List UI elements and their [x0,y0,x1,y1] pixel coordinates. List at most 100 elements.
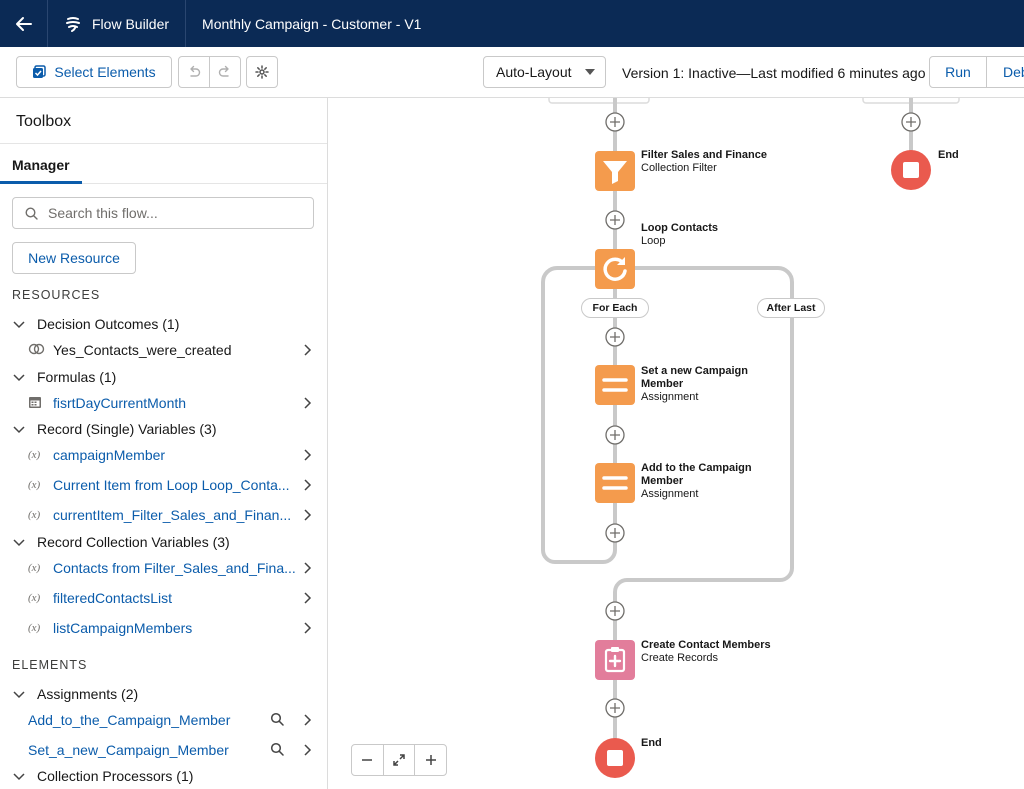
resource-item[interactable]: (x) listCampaignMembers [0,615,327,641]
search-icon[interactable] [270,742,284,756]
chevron-right-icon[interactable] [302,396,314,410]
toolbox-tabs: Manager [0,143,327,184]
app-name: Flow Builder [92,15,170,32]
add-element-plus-icon[interactable] [605,327,625,347]
tab-manager[interactable]: Manager [0,144,82,184]
chevron-down-icon [13,426,25,434]
svg-text:(x): (x) [28,479,41,491]
resource-group-formulas[interactable]: Formulas (1) [0,364,327,390]
chevron-right-icon[interactable] [302,561,314,575]
svg-text:(x): (x) [28,509,41,521]
resource-item[interactable]: Yes_Contacts_were_created [0,337,327,363]
resource-item[interactable]: (x) Current Item from Loop Loop_Conta... [0,472,327,498]
zoom-out-button[interactable] [352,745,384,775]
chevron-down-icon [13,773,25,781]
stop-icon [607,750,623,766]
svg-text:(x): (x) [28,449,41,461]
search-icon[interactable] [270,712,284,726]
layout-mode-select[interactable]: Auto-Layout [483,56,606,88]
resource-item[interactable]: (x) campaignMember [0,442,327,468]
filter-node[interactable] [595,151,635,191]
chevron-right-icon[interactable] [302,508,314,522]
back-button[interactable] [0,0,48,47]
add-element-plus-icon[interactable] [605,210,625,230]
variable-icon: (x) [28,562,41,574]
arrow-left-icon [15,16,32,31]
resource-item[interactable]: (x) filteredContactsList [0,585,327,611]
resource-item-label: fisrtDayCurrentMonth [53,395,187,411]
toolbar: Select Elements Auto-Layout Version 1: I… [0,47,1024,98]
end-node-right[interactable] [891,150,931,190]
group-label: Assignments (2) [37,686,139,702]
chevron-right-icon[interactable] [302,591,314,605]
group-label: Collection Processors (1) [37,768,194,784]
element-group-collection-processors[interactable]: Collection Processors (1) [0,763,327,789]
chevron-right-icon[interactable] [302,478,314,492]
minus-icon [362,759,373,761]
node-title-line1: Set a new Campaign [641,365,748,377]
chevron-right-icon[interactable] [302,713,314,727]
chevron-right-icon[interactable] [302,743,314,757]
end-node-main[interactable] [595,738,635,778]
chevron-right-icon[interactable] [302,448,314,462]
add-element-plus-icon[interactable] [605,523,625,543]
variable-icon: (x) [28,622,41,634]
debug-button[interactable]: Deb [986,56,1024,88]
resource-group-record-collection-variables[interactable]: Record Collection Variables (3) [0,529,327,555]
select-elements-button[interactable]: Select Elements [16,56,172,88]
undo-button[interactable] [178,56,210,88]
loop-node-label: Loop Contacts Loop [641,222,718,248]
search-input[interactable] [48,205,298,221]
settings-button[interactable] [246,56,278,88]
chevron-down-icon [13,539,25,547]
add-element-plus-icon[interactable] [605,425,625,445]
assignment-node-add-member[interactable] [595,463,635,503]
search-icon [25,206,38,220]
redo-button[interactable] [209,56,241,88]
svg-text:(x): (x) [28,622,41,634]
zoom-in-button[interactable] [415,745,446,775]
node-title-line2: Member [641,378,684,390]
resource-item-label: Current Item from Loop Loop_Conta... [53,477,290,493]
add-element-plus-icon[interactable] [605,601,625,621]
stop-icon [903,162,919,178]
resource-item[interactable]: fisrtDayCurrentMonth [0,390,327,416]
zoom-controls [351,744,447,776]
node-title: Filter Sales and Finance [641,149,767,161]
resource-item-label: Contacts from Filter_Sales_and_Fina... [53,560,296,576]
run-button[interactable]: Run [929,56,987,88]
search-box [12,197,314,229]
resource-group-record-single-variables[interactable]: Record (Single) Variables (3) [0,416,327,442]
add-member-node-label: Add to the Campaign Member Assignment [641,462,752,501]
resource-item[interactable]: (x) Contacts from Filter_Sales_and_Fina.… [0,555,327,581]
element-group-assignments[interactable]: Assignments (2) [0,681,327,707]
chevron-down-icon [13,321,25,329]
loop-node[interactable] [595,249,635,289]
resource-item[interactable]: (x) currentItem_Filter_Sales_and_Finan..… [0,502,327,528]
element-item[interactable]: Add_to_the_Campaign_Member [0,707,327,733]
flow-connectors [541,98,960,758]
chevron-right-icon[interactable] [302,343,314,357]
fit-view-button[interactable] [384,745,416,775]
element-item[interactable]: Set_a_new_Campaign_Member [0,737,327,763]
create-records-node[interactable] [595,640,635,680]
new-resource-button[interactable]: New Resource [12,242,136,274]
chevron-right-icon[interactable] [302,621,314,635]
add-element-plus-icon[interactable] [605,112,625,132]
resources-heading: RESOURCES [12,288,101,302]
group-label: Decision Outcomes (1) [37,316,180,332]
add-element-plus-icon[interactable] [605,698,625,718]
svg-text:(x): (x) [28,592,41,604]
assignment-node-set-member[interactable] [595,365,635,405]
node-title-line1: Add to the Campaign [641,462,752,474]
flow-icon [66,16,80,32]
node-title: Create Contact Members [641,639,771,651]
app-header: Flow Builder Monthly Campaign - Customer… [0,0,1024,47]
redo-icon [218,65,229,77]
resource-group-decision-outcomes[interactable]: Decision Outcomes (1) [0,311,327,337]
flow-canvas[interactable]: Filter Sales and Finance Collection Filt… [329,98,1024,789]
add-element-plus-icon[interactable] [901,112,921,132]
app-launcher[interactable]: Flow Builder [48,0,187,47]
node-type: Create Records [641,652,719,664]
group-label: Record Collection Variables (3) [37,534,230,550]
